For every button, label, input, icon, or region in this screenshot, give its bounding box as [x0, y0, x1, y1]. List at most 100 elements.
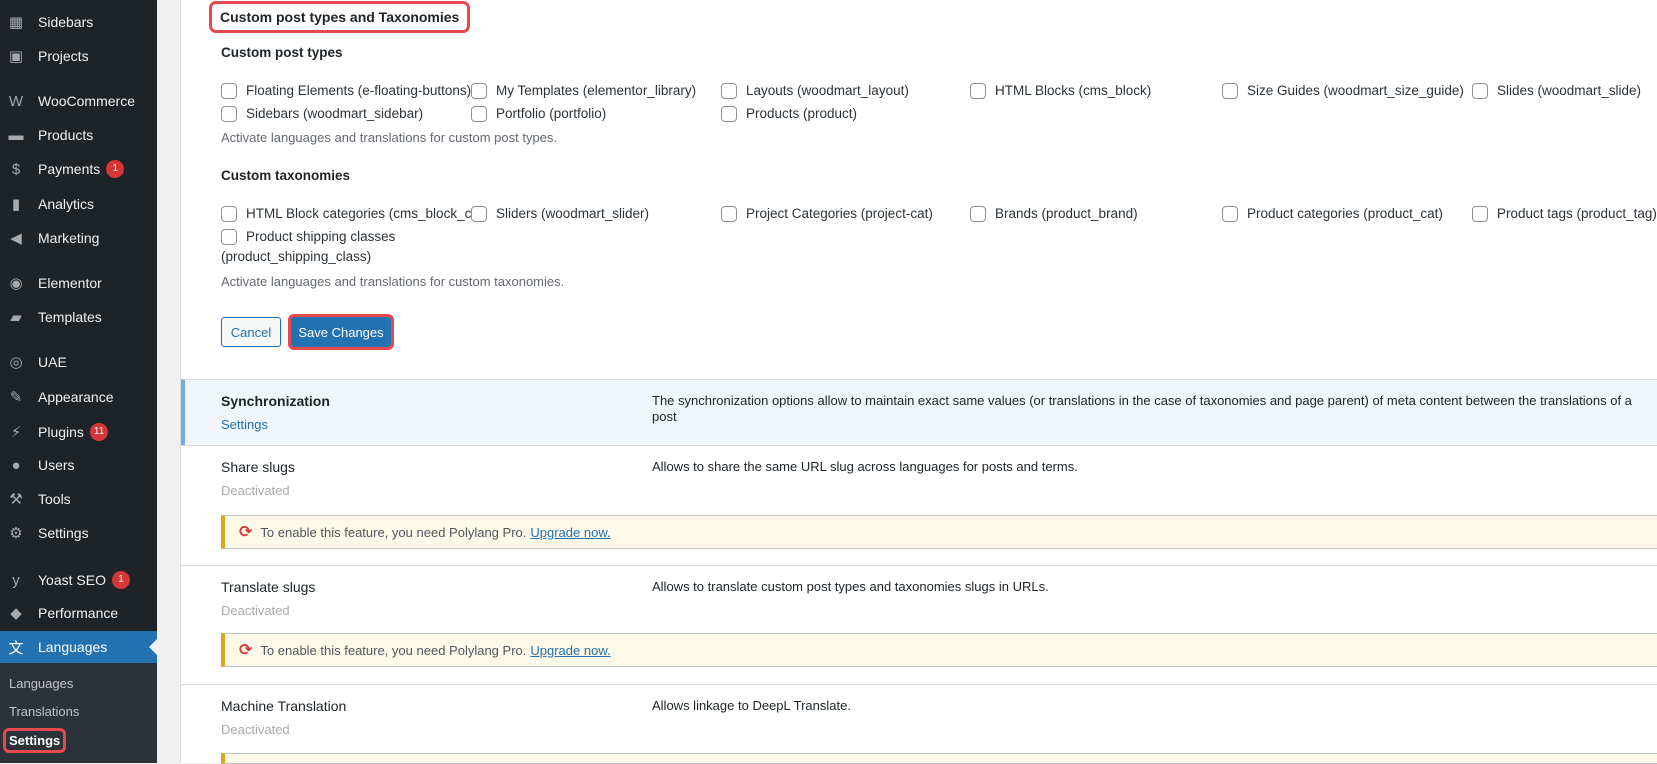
sidebar-item-yoast-seo[interactable]: y Yoast SEO 1: [0, 564, 157, 596]
sidebar-item-label: Products: [38, 127, 94, 143]
upgrade-link[interactable]: Upgrade now.: [530, 525, 610, 540]
tax-heading: Custom taxonomies: [221, 168, 351, 183]
taxonomy-checkbox[interactable]: Project Categories (project-cat): [721, 206, 933, 222]
sidebar-item-appearance[interactable]: ✎ Appearance: [0, 381, 157, 413]
checkbox[interactable]: [471, 83, 487, 99]
sidebar-item-label: UAE: [38, 354, 67, 370]
checkbox[interactable]: [1222, 83, 1238, 99]
checkbox[interactable]: [970, 206, 986, 222]
payments-icon: $: [11, 160, 21, 178]
sidebar-item-tools[interactable]: ⚒ Tools: [0, 483, 157, 515]
cpt-checkbox[interactable]: Size Guides (woodmart_size_guide): [1222, 83, 1464, 99]
notification-badge: 1: [106, 160, 125, 178]
cpt-checkbox[interactable]: Layouts (woodmart_layout): [721, 83, 909, 99]
cpt-checkbox[interactable]: Sidebars (woodmart_sidebar): [221, 106, 423, 122]
settings-icon: ⚙: [9, 525, 23, 542]
checkbox[interactable]: [471, 106, 487, 122]
sidebar-item-projects[interactable]: ▣ Projects: [0, 40, 157, 72]
submenu-settings[interactable]: Settings: [2, 728, 67, 753]
sidebar-item-label: WooCommerce: [38, 93, 135, 109]
cpt-checkbox[interactable]: Portfolio (portfolio): [471, 106, 606, 122]
checkbox[interactable]: [1472, 83, 1488, 99]
checkbox[interactable]: [471, 206, 487, 222]
notice-text: To enable this feature, you need Polylan…: [260, 642, 527, 658]
submenu-translations[interactable]: Translations: [9, 704, 79, 719]
taxonomy-checkbox[interactable]: Product shipping classes: [221, 229, 395, 245]
checkbox[interactable]: [1472, 206, 1488, 222]
yoast-icon: y: [12, 571, 20, 589]
checkbox[interactable]: [721, 83, 737, 99]
sidebar-item-label: Templates: [38, 309, 102, 325]
sidebar-item-users[interactable]: ● Users: [0, 449, 157, 481]
uae-icon: ◎: [9, 354, 23, 371]
sidebar-item-label: Users: [38, 457, 75, 473]
taxonomy-checkbox[interactable]: Product tags (product_tag): [1472, 206, 1657, 222]
sidebar-item-languages[interactable]: 文 Languages: [0, 631, 157, 663]
pro-notice: ⟳ To enable this feature, you need Polyla…: [221, 633, 1657, 667]
tax-help: Activate languages and translations for …: [221, 274, 565, 289]
sidebar-item-label: Plugins: [38, 424, 84, 440]
sidebar-item-label: Payments: [38, 161, 101, 177]
checkbox[interactable]: [970, 83, 986, 99]
checkbox[interactable]: [721, 206, 737, 222]
cpt-checkbox[interactable]: Floating Elements (e-floating-buttons): [221, 83, 471, 99]
checkbox-label: Floating Elements (e-floating-buttons): [246, 83, 472, 98]
checkbox-label: Size Guides (woodmart_size_guide): [1247, 83, 1464, 98]
checkbox[interactable]: [221, 106, 237, 122]
sidebar-item-plugins[interactable]: ⚡ Plugins 11: [0, 416, 157, 448]
module-description: Allows to share the same URL slug across…: [652, 459, 1078, 474]
taxonomy-checkbox[interactable]: HTML Block categories (cms_block_cat): [221, 206, 487, 222]
woocommerce-icon: W: [8, 92, 24, 110]
module-description: Allows linkage to DeepL Translate.: [652, 698, 851, 713]
refresh-icon: ⟳: [239, 642, 253, 659]
sidebar-item-analytics[interactable]: ▮ Analytics: [0, 188, 157, 220]
cpt-heading: Custom post types: [221, 45, 343, 60]
module-synchronization: Synchronization Settings The synchroniza…: [181, 379, 1657, 445]
sidebar-item-uae[interactable]: ◎ UAE: [0, 346, 157, 378]
taxonomy-checkbox[interactable]: Product categories (product_cat): [1222, 206, 1443, 222]
checkbox[interactable]: [221, 229, 237, 245]
sidebar-item-products[interactable]: ▬ Products: [0, 119, 157, 151]
sidebar-item-woocommerce[interactable]: W WooCommerce: [0, 85, 157, 117]
performance-icon: ◆: [10, 605, 22, 622]
checkbox[interactable]: [721, 106, 737, 122]
user-icon: ●: [11, 456, 21, 474]
save-changes-button[interactable]: Save Changes: [288, 314, 394, 350]
sidebar-item-label: Tools: [38, 491, 71, 507]
taxonomy-checkbox[interactable]: Brands (product_brand): [970, 206, 1138, 222]
sidebar-item-elementor[interactable]: ◉ Elementor: [0, 267, 157, 299]
sidebar-item-marketing[interactable]: ◀ Marketing: [0, 222, 157, 254]
sync-settings-link[interactable]: Settings: [221, 417, 268, 432]
cpt-checkbox[interactable]: Products (product): [721, 106, 857, 122]
sidebar-item-performance[interactable]: ◆ Performance: [0, 597, 157, 629]
checkbox[interactable]: [221, 83, 237, 99]
checkbox-label: Sliders (woodmart_slider): [496, 206, 650, 221]
pro-notice: ⟳ To enable this feature, you need Polyla…: [221, 515, 1657, 549]
sidebar-item-settings[interactable]: ⚙ Settings: [0, 517, 157, 549]
sidebar-item-payments[interactable]: $ Payments 1: [0, 153, 157, 185]
notice-text: To enable this feature, you need Polylan…: [260, 524, 527, 540]
checkbox[interactable]: [1222, 206, 1238, 222]
checkbox-label: Brands (product_brand): [995, 206, 1138, 221]
wrench-icon: ⚒: [9, 491, 23, 508]
module-title: Translate slugs: [221, 579, 316, 595]
checkbox-label: Sidebars (woodmart_sidebar): [246, 106, 424, 121]
cpt-checkbox[interactable]: HTML Blocks (cms_block): [970, 83, 1151, 99]
upgrade-link[interactable]: Upgrade now.: [530, 643, 610, 658]
sidebar-item-label: Yoast SEO: [38, 572, 106, 588]
admin-sidebar: ▦ Sidebars ▣ Projects W WooCommerce ▬ Products $…: [0, 0, 157, 763]
sidebar-item-templates[interactable]: ▰ Templates: [0, 301, 157, 333]
checkbox[interactable]: [221, 206, 237, 222]
submenu-languages[interactable]: Languages: [9, 676, 73, 691]
notification-badge: 1: [111, 571, 130, 589]
checkbox-label: Layouts (woodmart_layout): [746, 83, 909, 98]
taxonomy-checkbox[interactable]: Sliders (woodmart_slider): [471, 206, 649, 222]
products-icon: ▬: [8, 126, 24, 144]
cancel-button[interactable]: Cancel: [221, 317, 281, 347]
sidebar-item-sidebars[interactable]: ▦ Sidebars: [0, 6, 157, 38]
checkbox-label: HTML Blocks (cms_block): [995, 83, 1152, 98]
module-title: Machine Translation: [221, 698, 347, 714]
checkbox-label-wrap: (product_shipping_class): [221, 249, 372, 264]
cpt-checkbox[interactable]: My Templates (elementor_library): [471, 83, 696, 99]
cpt-checkbox[interactable]: Slides (woodmart_slide): [1472, 83, 1641, 99]
